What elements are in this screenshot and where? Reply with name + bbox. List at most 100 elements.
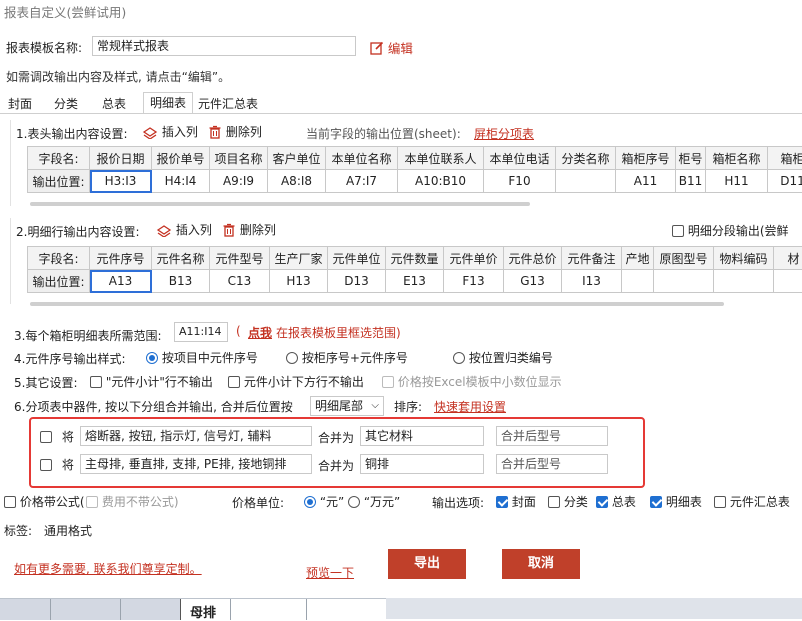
header-col-position[interactable]: F10 [484, 170, 556, 193]
radio-on[interactable] [304, 496, 316, 508]
merge-items-input[interactable]: 主母排, 垂直排, 支排, PE排, 接地铜排 [80, 454, 312, 474]
checkbox-checked[interactable] [496, 496, 508, 508]
radio-off[interactable] [453, 352, 465, 364]
tab-summary[interactable]: 总表 [96, 94, 132, 114]
merge-position-select[interactable]: 明细尾部 ⌵ [310, 396, 384, 416]
merge-target-input[interactable]: 其它材料 [360, 426, 484, 446]
output-detail-checkbox[interactable]: 明细表 [650, 493, 702, 510]
range-pick-link[interactable]: 点我 [248, 324, 272, 341]
header-col-name[interactable]: 箱柜名称 [706, 147, 768, 170]
detail-col-name[interactable]: 元件序号 [90, 247, 152, 270]
header-col-position[interactable]: A8:I8 [268, 170, 326, 193]
detail-col-name[interactable]: 物料编码 [714, 247, 774, 270]
detail-col-name[interactable]: 元件单位 [328, 247, 386, 270]
split-output-check[interactable] [672, 225, 684, 237]
detail-col-position[interactable]: I13 [562, 270, 622, 293]
output-summary-checkbox[interactable]: 总表 [596, 493, 636, 510]
serial-style-option-location[interactable]: 按位置归类编号 [453, 349, 553, 366]
checkbox[interactable] [714, 496, 726, 508]
detail-col-name[interactable]: 元件数量 [386, 247, 444, 270]
detail-col-name[interactable]: 元件总价 [504, 247, 562, 270]
checkbox-checked[interactable] [596, 496, 608, 508]
header-col-position[interactable]: B11 [676, 170, 706, 193]
preview-link[interactable]: 预览一下 [306, 564, 354, 581]
detail-col-position[interactable] [622, 270, 654, 293]
serial-style-option-cabinet[interactable]: 按柜序号+元件序号 [286, 349, 408, 366]
header-col-name[interactable]: 客户单位 [268, 147, 326, 170]
detail-col-name[interactable]: 产地 [622, 247, 654, 270]
header-col-name[interactable]: 本单位联系人 [398, 147, 484, 170]
output-component-summary-checkbox[interactable]: 元件汇总表 [714, 493, 790, 510]
split-output-checkbox[interactable]: 明细分段输出(尝鲜 [672, 222, 789, 239]
section1-insert-column-button[interactable]: 插入列 [142, 123, 198, 140]
detail-col-position[interactable]: D13 [328, 270, 386, 293]
detail-col-name[interactable]: 材 [774, 247, 802, 270]
checkbox[interactable] [90, 376, 102, 388]
header-col-name[interactable]: 本单位名称 [326, 147, 398, 170]
merge-model-input[interactable]: 合并后型号 [496, 454, 608, 474]
excel-decimal-checkbox[interactable]: 价格按Excel模板中小数位显示 [382, 373, 562, 390]
tab-detail[interactable]: 明细表 [143, 92, 193, 114]
checkbox[interactable] [228, 376, 240, 388]
cancel-button[interactable]: 取消 [502, 549, 580, 579]
output-category-checkbox[interactable]: 分类 [548, 493, 588, 510]
detail-col-name[interactable]: 元件单价 [444, 247, 504, 270]
detail-col-position[interactable]: A13 [90, 270, 152, 293]
detail-col-position[interactable] [774, 270, 802, 293]
detail-col-position[interactable]: B13 [152, 270, 210, 293]
header-col-name[interactable]: 项目名称 [210, 147, 268, 170]
custom-contact-link[interactable]: 如有更多需要, 联系我们尊享定制。 [14, 560, 202, 577]
header-col-position[interactable]: D11 [768, 170, 802, 193]
detail-col-position[interactable]: E13 [386, 270, 444, 293]
detail-col-name[interactable]: 元件型号 [210, 247, 270, 270]
header-col-name[interactable]: 箱柜 [768, 147, 802, 170]
detail-col-position[interactable] [714, 270, 774, 293]
header-col-position[interactable]: A11 [616, 170, 676, 193]
detail-col-name[interactable]: 元件名称 [152, 247, 210, 270]
header-col-name[interactable]: 报价日期 [90, 147, 152, 170]
radio-off[interactable] [286, 352, 298, 364]
header-col-position[interactable]: H11 [706, 170, 768, 193]
header-col-position[interactable]: H3:I3 [90, 170, 152, 193]
tab-component-summary[interactable]: 元件汇总表 [196, 94, 260, 114]
unit-yuan-radio[interactable]: “元” [304, 493, 344, 510]
unit-wanyuan-radio[interactable]: “万元” [348, 493, 400, 510]
merge-row-checkbox[interactable] [40, 459, 52, 471]
output-position-sheet-link[interactable]: 屏柜分项表 [474, 125, 534, 142]
detail-col-name[interactable]: 原图型号 [654, 247, 714, 270]
quick-apply-link[interactable]: 快速套用设置 [434, 398, 506, 415]
tab-cover[interactable]: 封面 [2, 94, 38, 114]
template-name-input[interactable]: 常规样式报表 [92, 36, 356, 56]
detail-col-name[interactable]: 元件备注 [562, 247, 622, 270]
section2-delete-column-button[interactable]: 删除列 [222, 221, 276, 238]
merge-target-input[interactable]: 铜排 [360, 454, 484, 474]
checkbox-checked[interactable] [650, 496, 662, 508]
section1-delete-column-button[interactable]: 删除列 [208, 123, 262, 140]
detail-col-position[interactable]: G13 [504, 270, 562, 293]
header-col-position[interactable]: A9:I9 [210, 170, 268, 193]
merge-items-input[interactable]: 熔断器, 按钮, 指示灯, 信号灯, 辅料 [80, 426, 312, 446]
output-cover-checkbox[interactable]: 封面 [496, 493, 536, 510]
range-input[interactable]: A11:I14 [174, 322, 228, 342]
checkbox-disabled[interactable] [86, 496, 98, 508]
radio-off[interactable] [348, 496, 360, 508]
checkbox[interactable] [4, 496, 16, 508]
merge-model-input[interactable]: 合并后型号 [496, 426, 608, 446]
checkbox[interactable] [548, 496, 560, 508]
header-col-name[interactable]: 报价单号 [152, 147, 210, 170]
no-row-below-subtotal-checkbox[interactable]: 元件小计下方行不输出 [228, 373, 364, 390]
header-col-position[interactable]: A7:I7 [326, 170, 398, 193]
checkbox-disabled[interactable] [382, 376, 394, 388]
header-col-name[interactable]: 箱柜序号 [616, 147, 676, 170]
merge-row-checkbox[interactable] [40, 431, 52, 443]
serial-style-option-project[interactable]: 按项目中元件序号 [146, 349, 258, 366]
header-col-position[interactable]: H4:I4 [152, 170, 210, 193]
export-button[interactable]: 导出 [388, 549, 466, 579]
price-formula-checkbox[interactable]: 价格带公式( [4, 493, 85, 510]
header-grid-scrollbar[interactable] [30, 202, 530, 206]
detail-col-position[interactable]: C13 [210, 270, 270, 293]
no-fee-formula-checkbox[interactable]: 费用不带公式) [86, 493, 179, 510]
detail-grid-scrollbar[interactable] [30, 302, 724, 306]
section2-insert-column-button[interactable]: 插入列 [156, 221, 212, 238]
detail-col-name[interactable]: 生产厂家 [270, 247, 328, 270]
